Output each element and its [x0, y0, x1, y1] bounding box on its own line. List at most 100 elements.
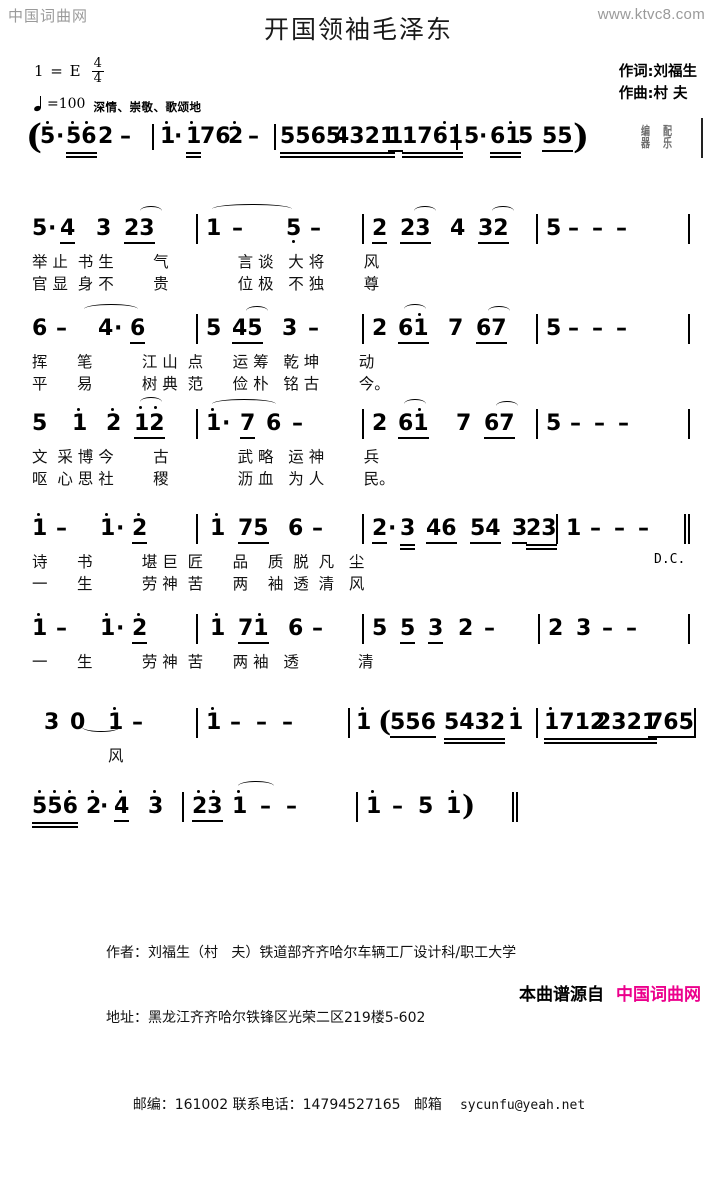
- note-group: 5565: [280, 124, 342, 154]
- note: 6: [32, 316, 48, 341]
- barline: [538, 614, 540, 644]
- barline: [688, 314, 690, 344]
- slur: [404, 304, 426, 314]
- barline: [688, 214, 690, 244]
- footer-contact-prefix: 邮编：161002 联系电话：14794527165 邮箱: [132, 1097, 442, 1114]
- note-group: 23: [124, 216, 155, 244]
- sustain-dash: –: [616, 216, 627, 241]
- augmentation-dot: ·: [116, 516, 125, 541]
- barline: [348, 708, 350, 738]
- music-system-2: 6 – 4 · 6 5 45 3 – 2 61 7 67 5 – – – 挥 笔…: [0, 304, 717, 393]
- notes-row: 3 0 1 – 1 – – – 1 ( 556 5432 1 1712 2321…: [0, 705, 717, 748]
- brand-prefix: 本曲谱源自: [519, 985, 604, 1005]
- note: 5: [546, 411, 562, 436]
- slur: [246, 306, 268, 316]
- octave-dot-high: [451, 790, 455, 794]
- note-group: 3: [400, 516, 416, 546]
- note-group: 23: [400, 216, 431, 244]
- note-group: 556: [390, 710, 436, 738]
- sustain-dash: –: [570, 411, 581, 436]
- composer-credit: 作曲:村 夫: [618, 85, 688, 102]
- sustain-dash: –: [248, 124, 259, 149]
- final-double-barline: [512, 792, 517, 822]
- note: 5: [286, 216, 302, 241]
- sustain-dash: –: [312, 516, 323, 541]
- note: 7: [456, 411, 472, 436]
- music-system-6: 3 0 1 – 1 – – – 1 ( 556 5432 1 1712 2321…: [0, 705, 717, 765]
- barline: [196, 314, 198, 344]
- sustain-dash: –: [286, 794, 297, 819]
- note-group: 765: [648, 710, 694, 738]
- note: 1: [206, 216, 222, 241]
- sustain-dash: –: [484, 616, 495, 641]
- augmentation-dot: ·: [479, 124, 488, 149]
- note-group: 71: [238, 616, 269, 644]
- key-line: 1 = E 4 4: [34, 57, 201, 90]
- note-group: 12: [134, 411, 165, 439]
- lyrics-verse-1: 一 生 劳 神 苦 两 袖 透 清: [32, 653, 374, 671]
- note: 1: [32, 516, 48, 541]
- sustain-dash: –: [618, 411, 629, 436]
- note-group: 45: [232, 316, 263, 344]
- quarter-note-icon: [34, 95, 45, 111]
- note: 5: [464, 124, 480, 149]
- barline: [688, 614, 690, 644]
- augmentation-dot: ·: [222, 411, 231, 436]
- note-group: 61: [490, 124, 521, 154]
- sustain-dash: –: [638, 516, 649, 541]
- note: 6: [266, 411, 282, 436]
- sustain-dash: –: [392, 794, 403, 819]
- barline: [196, 214, 198, 244]
- note-group: 5432: [444, 710, 506, 740]
- note: 1: [206, 710, 222, 735]
- sustain-dash: –: [616, 316, 627, 341]
- note: 2: [372, 316, 388, 341]
- note: 3: [44, 710, 60, 735]
- note: 1: [32, 616, 48, 641]
- sustain-dash: –: [230, 710, 241, 735]
- notes-row: 556 2 · 4 3 23 1 – – 1 – 5 1): [0, 781, 717, 832]
- music-system-3: 5 1 2 12 1 · 7 6 – 2 61 7 67 5 – – – 文 采…: [0, 397, 717, 488]
- octave-dot-high: [212, 790, 216, 794]
- note: 1: [508, 710, 524, 735]
- notes-row: 5 1 2 12 1 · 7 6 – 2 61 7 67 5 – – –: [0, 397, 717, 449]
- barline: [196, 708, 198, 738]
- note: 1: [210, 516, 226, 541]
- note: 1: [232, 794, 248, 819]
- note: 1: [566, 516, 582, 541]
- tie: [82, 722, 120, 732]
- sustain-dash: –: [312, 616, 323, 641]
- note: 4: [450, 216, 466, 241]
- slur: [492, 206, 514, 216]
- lyrics-verse-1: 文 采 博 今 古 武 略 运 神 兵: [32, 448, 380, 466]
- sustain-dash: –: [282, 710, 293, 735]
- note-group: 67: [476, 316, 507, 344]
- note: 1: [356, 710, 372, 735]
- slur: [140, 397, 162, 407]
- note-group: 23: [526, 516, 557, 546]
- note-group: 61: [398, 411, 429, 439]
- time-denominator: 4: [93, 70, 102, 86]
- brand-site-name[interactable]: 中国词曲网: [616, 985, 701, 1005]
- lyricist-credit: 作词:刘福生: [618, 64, 697, 80]
- barline: [536, 314, 538, 344]
- octave-dot-high: [119, 790, 123, 794]
- sustain-dash: –: [594, 411, 605, 436]
- barline: [362, 314, 364, 344]
- dc-marking: D.C.: [654, 552, 686, 567]
- music-system-7: 556 2 · 4 3 23 1 – – 1 – 5 1): [0, 781, 717, 832]
- page-title: 开国领袖毛泽东: [263, 15, 453, 44]
- note-group: 54: [470, 516, 501, 544]
- note: 2: [458, 616, 474, 641]
- note: 6: [288, 616, 304, 641]
- note-group: 2: [372, 216, 388, 244]
- barline: [694, 708, 696, 738]
- brand-credit: 本曲谱源自 中国词曲网: [519, 980, 701, 1005]
- lyrics-verse-1: 挥 笔 江 山 点 运 筹 乾 坤 动: [32, 353, 375, 371]
- footer-line-address: 地址：黑龙江齐齐哈尔铁锋区光荣二区219楼5-602: [106, 1010, 426, 1027]
- score-page: 中国词曲网 www.ktvc8.com 开国领袖毛泽东 1 = E 4 4 =1…: [0, 0, 717, 1113]
- barline: [196, 614, 198, 644]
- slur: [488, 306, 510, 316]
- notes-row: 1 – 1 · 2 1 71 6 – 5 5 3 2 – 2 3 – –: [0, 612, 717, 654]
- key-tempo-block: 1 = E 4 4 =100 深情、崇敬、歌颂地: [34, 57, 201, 114]
